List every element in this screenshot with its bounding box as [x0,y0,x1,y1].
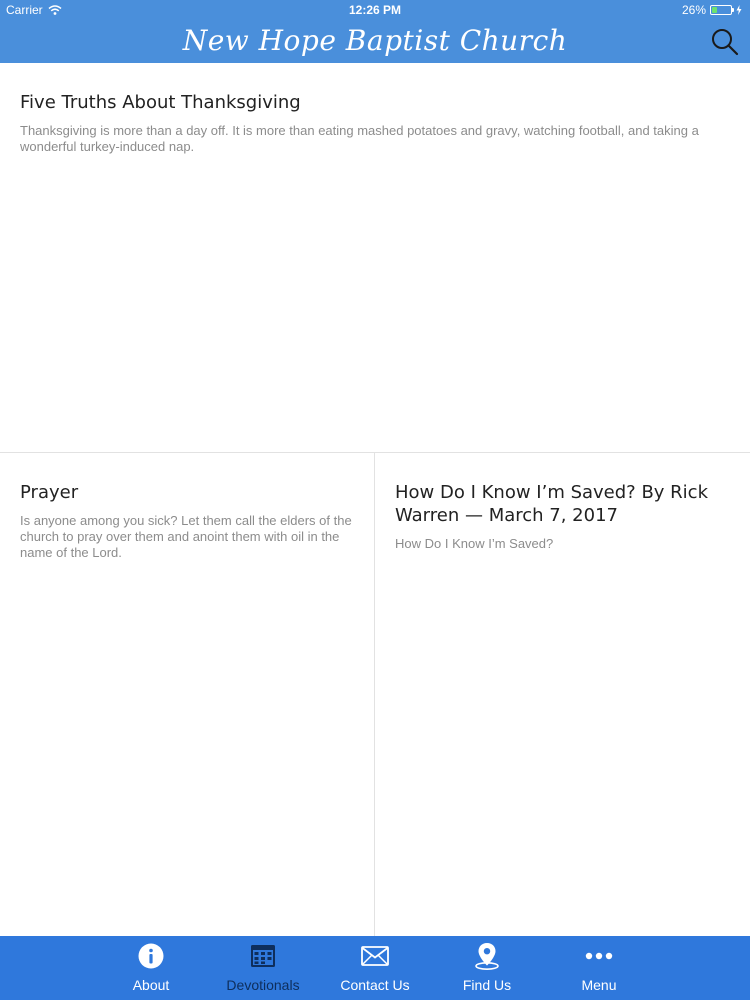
devotional-title: Five Truths About Thanksgiving [20,92,301,113]
map-pin-icon [475,943,499,970]
tab-label: Devotionals [226,977,300,993]
status-right: 26% [682,0,742,20]
tab-label: About [132,977,170,993]
battery-cap [732,8,734,12]
app-title: New Hope Baptist Church [182,24,568,57]
search-icon [712,29,739,56]
status-time: 12:26 PM [348,3,402,17]
tab-menu[interactable]: Menu [543,936,655,1000]
tab-icon-wrap [319,942,431,970]
battery-percent: 26% [681,3,706,17]
devotional-title: Prayer [20,482,79,503]
devotionals-list: Five Truths About Thanksgiving Thanksgiv… [0,63,750,936]
tab-icon-wrap [431,942,543,970]
devotional-summary: Thanksgiving is more than a day off. It … [20,123,699,154]
more-dots-icon [585,952,613,960]
tab-devotionals[interactable]: Devotionals [207,936,319,1000]
battery-level [712,7,717,13]
envelope-icon [361,946,389,966]
devotional-card[interactable]: Five Truths About Thanksgiving Thanksgiv… [0,63,750,453]
devotional-summary: How Do I Know I’m Saved? [395,536,554,551]
battery-icon [710,5,734,15]
status-bar: Carrier 12:26 PM 26% [0,0,750,20]
tab-label: Contact Us [340,977,410,993]
devotional-title: How Do I Know I’m Saved? By Rick Warren … [395,482,709,526]
info-icon [138,943,164,969]
devotional-card[interactable]: How Do I Know I’m Saved? By Rick Warren … [375,453,750,936]
devotional-card[interactable]: Prayer Is anyone among you sick? Let the… [0,453,375,936]
devotional-summary: Is anyone among you sick? Let them call … [20,513,352,560]
tab-icon-wrap [543,942,655,970]
app-screen: Carrier 12:26 PM 26% New Hope Baptist Ch… [0,0,750,1000]
tab-label: Find Us [462,977,512,993]
tab-contact-us[interactable]: Contact Us [319,936,431,1000]
tab-find-us[interactable]: Find Us [431,936,543,1000]
bottom-tab-bar: About Devotionals Contact Us Find Us Men… [0,936,750,1000]
app-header: Carrier 12:26 PM 26% New Hope Baptist Ch… [0,0,750,63]
tab-icon-wrap [207,942,319,970]
tab-about[interactable]: About [95,936,207,1000]
charging-bolt-icon [736,5,742,15]
tab-icon-wrap [95,942,207,970]
tab-label: Menu [581,977,617,993]
search-button[interactable] [710,27,740,57]
calendar-icon [251,945,275,967]
